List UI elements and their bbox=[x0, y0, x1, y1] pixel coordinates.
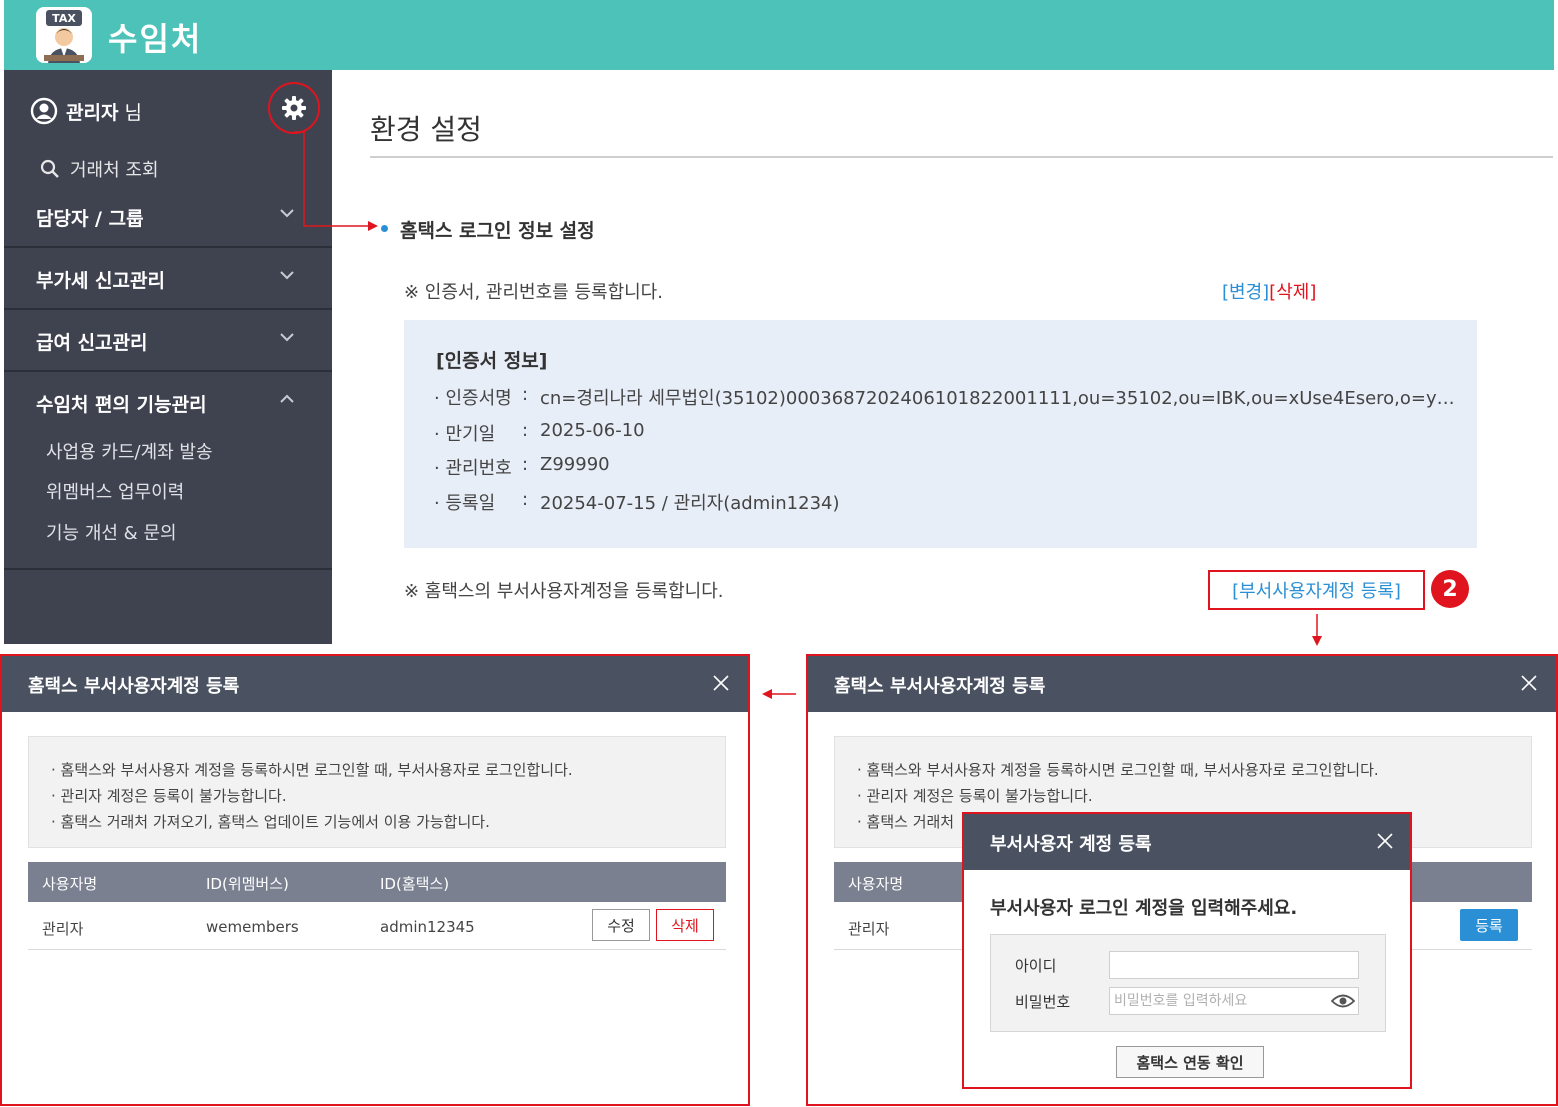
cert-value: 2025-06-10 bbox=[540, 420, 645, 441]
column-header: ID(홈택스) bbox=[380, 875, 450, 893]
info-line: · 홈택스 거래처 bbox=[857, 813, 955, 831]
dept-account-modal-registered: 홈택스 부서사용자계정 등록 · 홈택스와 부서사용자 계정을 등록하시면 로그… bbox=[0, 654, 750, 1106]
table-header: 사용자명 ID(위멤버스) ID(홈택스) bbox=[28, 862, 726, 902]
menu-section-label: 급여 신고관리 bbox=[36, 332, 148, 354]
client-search-link[interactable]: 거래처 조회 bbox=[40, 156, 159, 182]
sidebar-item-feedback[interactable]: 기능 개선 & 문의 bbox=[46, 519, 177, 545]
delete-button[interactable]: 삭제 bbox=[656, 909, 714, 941]
sidebar: 관리자 님 거래처 조회 담당자 / 그룹 부가세 신고관리 급여 신고관리 수… bbox=[4, 70, 332, 644]
dialog-header: 부서사용자 계정 등록 bbox=[964, 814, 1410, 870]
chevron-down-icon bbox=[278, 328, 296, 346]
cert-key: · 관리번호 bbox=[434, 458, 512, 479]
menu-section-convenience[interactable]: 수임처 편의 기능관리 bbox=[4, 374, 332, 434]
cell-hometax-id: admin12345 bbox=[380, 918, 475, 936]
dept-account-register-link[interactable]: [부서사용자계정 등록] bbox=[1208, 570, 1425, 610]
chevron-up-icon bbox=[278, 390, 296, 408]
menu-section-manager-group[interactable]: 담당자 / 그룹 bbox=[4, 188, 332, 248]
info-line: · 관리자 계정은 등록이 불가능합니다. bbox=[857, 787, 1093, 805]
eye-icon[interactable] bbox=[1331, 993, 1355, 1009]
column-header: 사용자명 bbox=[42, 875, 98, 893]
search-label: 거래처 조회 bbox=[70, 160, 159, 181]
id-label: 아이디 bbox=[1015, 957, 1057, 975]
modal-title: 홈택스 부서사용자계정 등록 bbox=[28, 676, 240, 697]
modal-header: 홈택스 부서사용자계정 등록 bbox=[2, 656, 748, 712]
cert-row: · 인증서명 : cn=경리나라 세무법인(35102)000368720240… bbox=[434, 384, 1455, 410]
cert-notice: ※ 인증서, 관리번호를 등록합니다. bbox=[404, 282, 663, 303]
chevron-down-icon bbox=[278, 204, 296, 222]
column-header: ID(위멤버스) bbox=[206, 875, 289, 893]
id-input[interactable] bbox=[1109, 951, 1359, 979]
cert-colon: : bbox=[522, 384, 529, 405]
dialog-title: 부서사용자 계정 등록 bbox=[990, 834, 1152, 855]
chevron-down-icon bbox=[278, 266, 296, 284]
info-line: · 관리자 계정은 등록이 불가능합니다. bbox=[51, 787, 287, 805]
modal-info-box: · 홈택스와 부서사용자 계정을 등록하시면 로그인할 때, 부서사용자로 로그… bbox=[28, 736, 726, 848]
step-badge: 2 bbox=[1431, 570, 1469, 608]
sidebar-divider bbox=[4, 568, 332, 570]
edit-button[interactable]: 수정 bbox=[592, 909, 650, 941]
cert-key: · 등록일 bbox=[434, 493, 496, 514]
sidebar-item-work-history[interactable]: 위멤버스 업무이력 bbox=[46, 478, 184, 504]
close-icon[interactable] bbox=[712, 674, 730, 692]
menu-section-label: 담당자 / 그룹 bbox=[36, 208, 144, 230]
close-icon[interactable] bbox=[1520, 674, 1538, 692]
title-divider bbox=[370, 156, 1553, 158]
cert-key: · 만기일 bbox=[434, 424, 496, 445]
delete-link[interactable]: [삭제] bbox=[1269, 282, 1316, 303]
dept-notice: ※ 홈택스의 부서사용자계정을 등록합니다. bbox=[404, 581, 724, 602]
dept-user-login-dialog: 부서사용자 계정 등록 부서사용자 로그인 계정을 입력해주세요. 아이디 비밀… bbox=[962, 812, 1412, 1089]
cert-row: · 관리번호 : Z99990 bbox=[434, 454, 610, 480]
bullet-dot bbox=[381, 225, 388, 232]
user-name: 관리자 bbox=[66, 101, 119, 124]
cert-row: · 만기일 : 2025-06-10 bbox=[434, 420, 645, 446]
cert-colon: : bbox=[522, 489, 529, 510]
info-line: · 홈택스 거래처 가져오기, 홈택스 업데이트 기능에서 이용 가능합니다. bbox=[51, 813, 490, 831]
cell-wemembers-id: wemembers bbox=[206, 918, 299, 936]
gear-icon bbox=[281, 95, 307, 121]
cert-heading: [인증서 정보] bbox=[436, 350, 548, 372]
change-link[interactable]: [변경] bbox=[1222, 282, 1269, 303]
password-label: 비밀번호 bbox=[1015, 993, 1071, 1011]
cert-row: · 등록일 : 20254-07-15 / 관리자(admin1234) bbox=[434, 489, 840, 515]
page-title: 환경 설정 bbox=[370, 113, 482, 146]
sidebar-item-card-account[interactable]: 사업용 카드/계좌 발송 bbox=[46, 438, 213, 464]
cert-value: cn=경리나라 세무법인(35102)000368720240610182200… bbox=[540, 388, 1455, 409]
menu-section-payroll[interactable]: 급여 신고관리 bbox=[4, 312, 332, 372]
user-info: 관리자 님 bbox=[30, 96, 142, 126]
user-suffix: 님 bbox=[124, 101, 142, 124]
register-button[interactable]: 등록 bbox=[1460, 909, 1518, 941]
cert-key: · 인증서명 bbox=[434, 388, 512, 409]
menu-section-label: 부가세 신고관리 bbox=[36, 270, 165, 292]
login-form: 아이디 비밀번호 bbox=[990, 934, 1386, 1032]
cert-value: 20254-07-15 / 관리자(admin1234) bbox=[540, 493, 840, 514]
app-header: TAX 수임처 bbox=[4, 0, 1554, 70]
app-title: 수임처 bbox=[108, 20, 203, 58]
close-icon[interactable] bbox=[1376, 832, 1394, 850]
tax-logo: TAX bbox=[36, 7, 92, 63]
info-line: · 홈택스와 부서사용자 계정을 등록하시면 로그인할 때, 부서사용자로 로그… bbox=[51, 761, 573, 779]
menu-section-label: 수임처 편의 기능관리 bbox=[36, 394, 207, 416]
dialog-prompt: 부서사용자 로그인 계정을 입력해주세요. bbox=[990, 898, 1298, 919]
settings-button[interactable] bbox=[268, 82, 320, 134]
modal-header: 홈택스 부서사용자계정 등록 bbox=[808, 656, 1556, 712]
search-icon bbox=[40, 159, 60, 179]
menu-section-vat[interactable]: 부가세 신고관리 bbox=[4, 250, 332, 310]
cell-user: 관리자 bbox=[42, 920, 84, 938]
cell-user: 관리자 bbox=[848, 920, 890, 938]
password-input[interactable] bbox=[1109, 987, 1359, 1015]
hometax-link-confirm-button[interactable]: 홈택스 연동 확인 bbox=[1116, 1046, 1264, 1078]
cert-colon: : bbox=[522, 420, 529, 441]
table-row: 관리자 wemembers admin12345 수정 삭제 bbox=[28, 902, 726, 950]
modal-title: 홈택스 부서사용자계정 등록 bbox=[834, 676, 1046, 697]
cert-value: Z99990 bbox=[540, 454, 610, 475]
column-header: 사용자명 bbox=[848, 875, 904, 893]
section-title: 홈택스 로그인 정보 설정 bbox=[400, 220, 595, 242]
cert-actions: [변경][삭제] bbox=[1222, 278, 1316, 304]
user-circle-icon bbox=[30, 97, 58, 125]
cert-info-box: [인증서 정보] · 인증서명 : cn=경리나라 세무법인(35102)000… bbox=[404, 320, 1477, 548]
logo-text: TAX bbox=[52, 12, 76, 25]
info-line: · 홈택스와 부서사용자 계정을 등록하시면 로그인할 때, 부서사용자로 로그… bbox=[857, 761, 1379, 779]
cert-colon: : bbox=[522, 454, 529, 475]
